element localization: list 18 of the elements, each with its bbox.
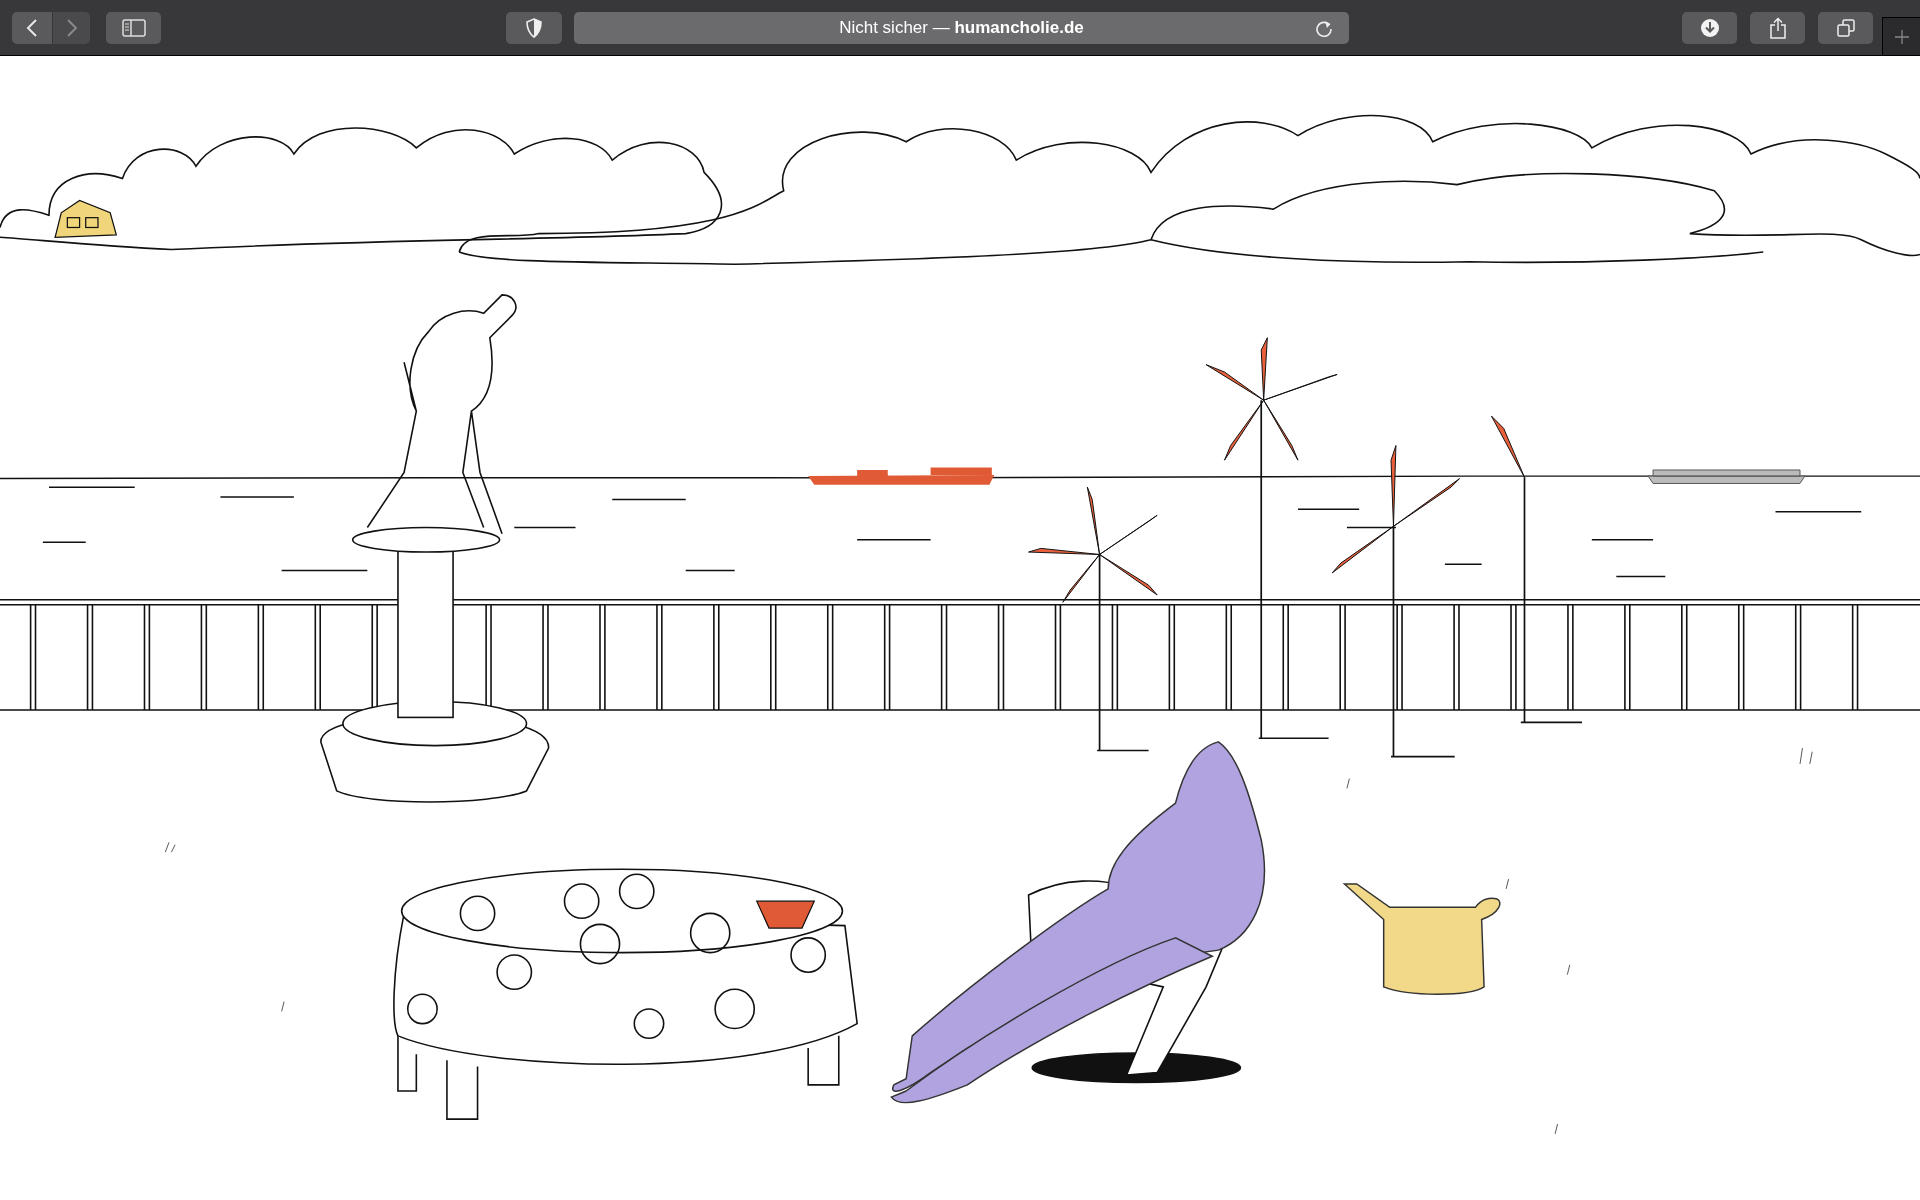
address-bar[interactable]: Nicht sicher — humancholie.de <box>574 11 1349 44</box>
tabs-icon <box>1836 18 1855 37</box>
chevron-left-icon <box>26 18 38 37</box>
back-button[interactable] <box>12 11 52 44</box>
reload-icon[interactable] <box>1315 18 1333 37</box>
download-button[interactable] <box>1682 11 1737 44</box>
shield-icon <box>526 17 542 38</box>
share-icon <box>1768 16 1787 39</box>
new-tab-button[interactable] <box>1882 17 1920 55</box>
address-text: Nicht sicher — humancholie.de <box>839 16 1084 39</box>
tabs-button[interactable] <box>1818 11 1873 44</box>
download-icon <box>1699 17 1720 38</box>
privacy-button[interactable] <box>506 11 562 44</box>
sidebar-button[interactable] <box>106 11 161 44</box>
share-button[interactable] <box>1750 11 1805 44</box>
chevron-right-icon <box>65 18 78 37</box>
sidebar-icon <box>121 18 146 37</box>
plus-icon <box>1893 28 1910 45</box>
